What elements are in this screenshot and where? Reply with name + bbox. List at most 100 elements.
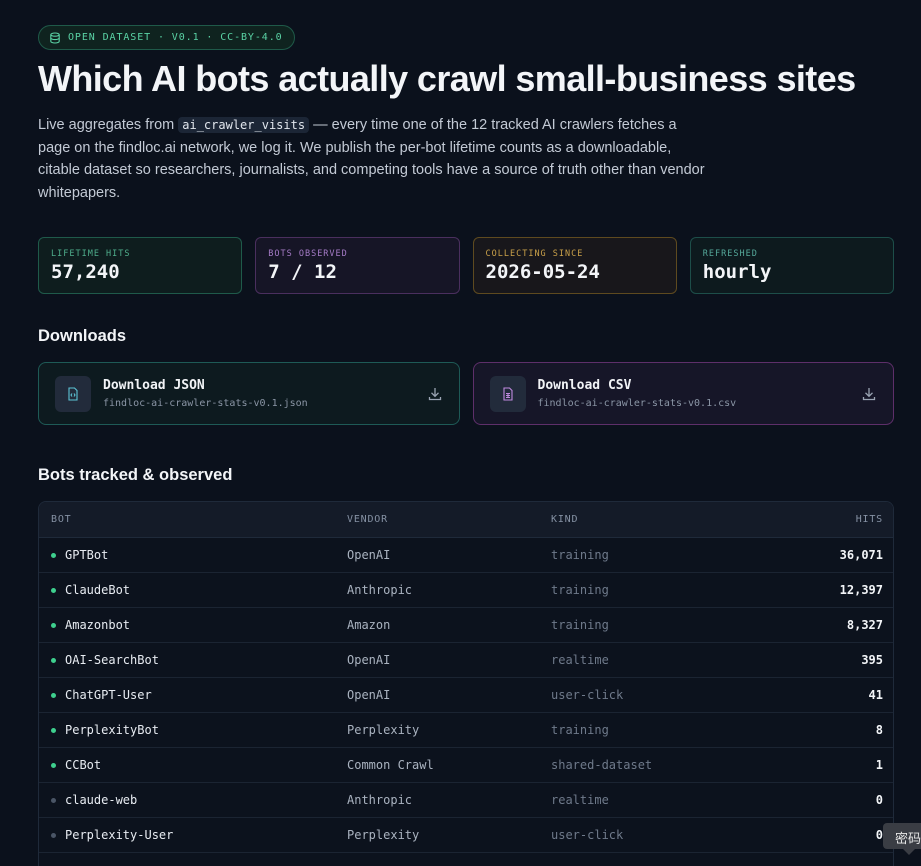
intro-text-before: Live aggregates from	[38, 117, 179, 133]
kind-cell: training	[551, 583, 609, 597]
csv-file-icon-box	[489, 375, 526, 412]
bot-name: claude-web	[65, 793, 138, 807]
vendor-cell: OpenAI	[347, 548, 391, 562]
table-row[interactable]: OAI-SearchBot OpenAI realtime 395	[39, 643, 893, 678]
status-dot-icon	[51, 622, 56, 628]
stat-label: BOTS OBSERVED	[268, 249, 348, 259]
col-vendor[interactable]: VENDOR	[347, 514, 551, 525]
bot-cell: OAI-SearchBot	[39, 653, 347, 667]
vendor-cell: OpenAI	[347, 653, 391, 667]
badge-text: OPEN DATASET · V0.1 · CC-BY-4.0	[68, 32, 283, 43]
stat-label: COLLECTING SINCE	[485, 249, 584, 259]
bot-name: ChatGPT-User	[65, 688, 152, 702]
downloads-heading: Downloads	[38, 327, 127, 345]
stat-collecting-since: COLLECTING SINCE 2026-05-24	[472, 237, 677, 294]
database-icon	[50, 31, 60, 44]
vendor-cell: Amazon	[347, 618, 391, 632]
password-tooltip: 密码	[883, 823, 921, 855]
kind-cell: realtime	[551, 653, 609, 667]
status-dot-icon	[51, 762, 56, 768]
bots-heading: Bots tracked & observed	[38, 466, 233, 484]
download-csv-title: Download CSV	[537, 378, 632, 393]
table-row[interactable]: Amazonbot Amazon training 8,327	[39, 608, 893, 643]
download-json-filename: findloc-ai-crawler-stats-v0.1.json	[103, 398, 308, 409]
bot-name: CCBot	[65, 758, 102, 772]
downloads-row: Download JSON findloc-ai-crawler-stats-v…	[38, 362, 894, 425]
bot-cell: claude-web	[39, 793, 347, 807]
bot-name: ClaudeBot	[65, 583, 131, 597]
stat-value: hourly	[702, 261, 772, 283]
table-row[interactable]: claude-web Anthropic realtime 0	[39, 783, 893, 818]
download-icon	[862, 388, 876, 401]
vendor-cell: OpenAI	[347, 688, 391, 702]
bot-cell: ChatGPT-User	[39, 688, 347, 702]
table-row[interactable]: PerplexityBot Perplexity training 8	[39, 713, 893, 748]
vendor-cell: Perplexity	[347, 723, 420, 737]
table-row[interactable]: ClaudeBot Anthropic training 12,397	[39, 573, 893, 608]
bot-name: GPTBot	[65, 548, 109, 562]
bot-cell: Perplexity-User	[39, 828, 347, 842]
kind-cell: user-click	[551, 828, 624, 842]
stat-label: LIFETIME HITS	[51, 249, 131, 259]
bot-cell: ClaudeBot	[39, 583, 347, 597]
status-dot-icon	[51, 657, 56, 663]
hits-cell: 8,327	[846, 618, 883, 632]
json-file-icon-box	[55, 375, 91, 412]
stat-lifetime-hits: LIFETIME HITS 57,240	[38, 237, 243, 294]
kind-cell: shared-dataset	[551, 758, 653, 772]
bot-cell: CCBot	[39, 758, 347, 772]
col-kind[interactable]: KIND	[551, 514, 755, 525]
page-title: Which AI bots actually crawl small-busin…	[38, 58, 856, 99]
json-file-icon	[68, 386, 78, 401]
kind-cell: training	[551, 548, 609, 562]
hits-cell: 1	[875, 758, 883, 772]
table-name-code: ai_crawler_visits	[178, 117, 310, 133]
table-body: GPTBot OpenAI training 36,071 ClaudeBot Anthr…	[39, 538, 893, 853]
hits-cell: 36,071	[839, 548, 883, 562]
col-hits[interactable]: HITS	[755, 514, 883, 525]
bot-name: Perplexity-User	[65, 828, 174, 842]
table-row[interactable]: ChatGPT-User OpenAI user-click 41	[39, 678, 893, 713]
vendor-cell: Common Crawl	[347, 758, 434, 772]
status-dot-icon	[51, 587, 56, 593]
kind-cell: user-click	[551, 688, 624, 702]
bot-cell: Amazonbot	[39, 618, 347, 632]
intro-paragraph: Live aggregates from ai_crawler_visits —…	[38, 114, 710, 204]
bot-cell: PerplexityBot	[39, 723, 347, 737]
download-json-title: Download JSON	[103, 378, 205, 393]
col-bot[interactable]: BOT	[39, 514, 347, 525]
kind-cell: training	[551, 723, 609, 737]
table-row[interactable]: Perplexity-User Perplexity user-click 0	[39, 818, 893, 853]
download-json-button[interactable]: Download JSON findloc-ai-crawler-stats-v…	[38, 362, 460, 425]
stat-value: 7 / 12	[268, 261, 337, 283]
stat-refreshed: REFRESHED hourly	[689, 237, 894, 294]
download-csv-filename: findloc-ai-crawler-stats-v0.1.csv	[537, 398, 737, 409]
hits-cell: 0	[875, 793, 883, 807]
status-dot-icon	[51, 692, 56, 698]
hits-cell: 395	[861, 653, 883, 667]
status-dot-icon	[51, 797, 56, 803]
hits-cell: 41	[868, 688, 883, 702]
vendor-cell: Perplexity	[347, 828, 420, 842]
status-dot-icon	[51, 727, 56, 733]
table-row[interactable]: CCBot Common Crawl shared-dataset 1	[39, 748, 893, 783]
bot-name: OAI-SearchBot	[65, 653, 159, 667]
stat-bots-observed: BOTS OBSERVED 7 / 12	[255, 237, 460, 294]
vendor-cell: Anthropic	[347, 583, 413, 597]
download-csv-button[interactable]: Download CSV findloc-ai-crawler-stats-v0…	[472, 362, 894, 425]
status-dot-icon	[51, 552, 56, 558]
bot-name: PerplexityBot	[65, 723, 159, 737]
kind-cell: training	[551, 618, 609, 632]
stat-label: REFRESHED	[702, 249, 758, 259]
bots-table: BOT VENDOR KIND HITS GPTBot OpenAI trainin…	[38, 501, 894, 866]
kind-cell: realtime	[551, 793, 609, 807]
table-row[interactable]: GPTBot OpenAI training 36,071	[39, 538, 893, 573]
table-header: BOT VENDOR KIND HITS	[39, 502, 893, 538]
csv-file-icon	[502, 386, 513, 401]
download-icon	[428, 388, 441, 401]
hits-cell: 12,397	[839, 583, 883, 597]
stat-value: 57,240	[51, 261, 120, 283]
bot-cell: GPTBot	[39, 548, 347, 562]
bot-name: Amazonbot	[65, 618, 131, 632]
dataset-badge: OPEN DATASET · V0.1 · CC-BY-4.0	[38, 25, 295, 50]
